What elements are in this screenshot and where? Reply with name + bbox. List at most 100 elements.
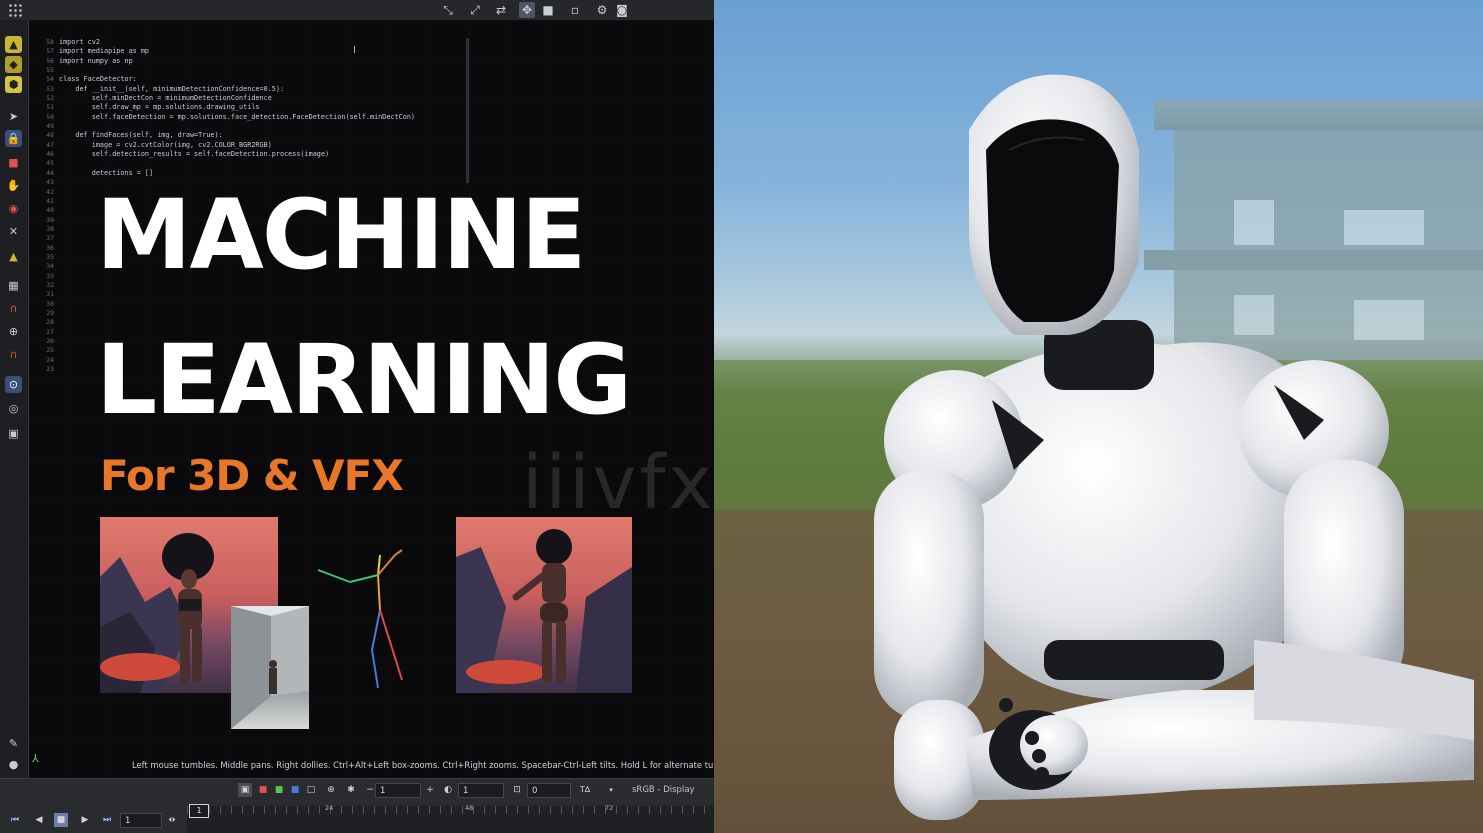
bone-tool-icon[interactable]: ✕ (5, 223, 22, 240)
line-number: 55 (46, 66, 54, 75)
line-number: 52 (46, 94, 54, 103)
line-number: 34 (46, 262, 54, 271)
code-line: self.detection_results = self.faceDetect… (59, 150, 330, 159)
transform-icon[interactable]: ⤡ (440, 2, 456, 18)
sphere-tool-icon[interactable]: ● (5, 756, 22, 773)
title-line-2: LEARNING (96, 324, 632, 436)
line-number: 24 (46, 355, 54, 364)
wire-icon[interactable]: ▫ (567, 2, 583, 18)
display-icon[interactable]: ◙ (614, 2, 630, 18)
jump-end-icon[interactable]: ⏭ (100, 813, 114, 827)
record-tool-icon[interactable]: ■ (5, 154, 22, 171)
exposure-field[interactable]: 1 (375, 783, 421, 798)
geometry-tool-icon[interactable]: ⬢ (5, 76, 22, 93)
play-icon[interactable]: ▶ (78, 813, 92, 827)
viewport-status-message: Left mouse tumbles. Middle pans. Right d… (132, 760, 714, 770)
line-number: 48 (46, 131, 54, 140)
snap-tool-icon[interactable]: ∩ (5, 346, 22, 363)
houdini-panel: ⤡ ⤢ ⇄ ✥ ■ ▫ ⚙ ◙ ▲ ◆ ⬢ ➤ 🔒 ■ ✋ ◉ ✕ ▲ ▦ ∩ … (0, 0, 714, 833)
line-number: 26 (46, 337, 54, 345)
reference-photo (231, 606, 309, 729)
blue-channel-icon[interactable]: ■ (288, 783, 302, 797)
red-channel-icon[interactable]: ■ (256, 783, 270, 797)
line-number: 28 (46, 318, 54, 327)
light-tool-icon[interactable]: ▲ (5, 248, 22, 265)
title-line-1: MACHINE (96, 179, 586, 291)
pose-skeleton (317, 549, 403, 689)
code-line: class FaceDetector: (59, 75, 137, 84)
viewport-icon[interactable]: ▣ (238, 783, 252, 797)
camera-tool-icon[interactable]: ◎ (5, 400, 22, 417)
green-channel-icon[interactable]: ■ (272, 783, 286, 797)
brush-tool-icon[interactable]: ✎ (5, 735, 22, 752)
zoom-icon[interactable]: ⊕ (324, 783, 338, 797)
object-tool-icon[interactable]: ◆ (5, 56, 22, 73)
current-frame-marker[interactable]: 1 (189, 804, 209, 818)
rotate-icon[interactable]: ⤢ (467, 2, 483, 18)
scale-icon[interactable]: ⇄ (493, 2, 509, 18)
robot-render (714, 74, 1483, 833)
display-label[interactable]: sRGB - Display (628, 783, 714, 798)
grid-tool-icon[interactable]: ▦ (5, 277, 22, 294)
line-number: 38 (46, 224, 54, 233)
line-number: 40 (46, 206, 54, 215)
gamma-field[interactable]: 1 (458, 783, 504, 798)
timeline-tick-label: 72 (605, 804, 614, 812)
background-building (1144, 100, 1483, 360)
keyframe-tool-icon[interactable]: ◉ (5, 200, 22, 217)
timeline[interactable]: 1 24 48 72 (187, 804, 714, 833)
timeline-tick-label: 24 (325, 804, 334, 812)
lut-icon[interactable]: ⊡ (510, 783, 524, 797)
render-tool-icon[interactable]: ▣ (5, 425, 22, 442)
line-number: 47 (46, 140, 54, 149)
lock-tool-icon[interactable]: 🔒 (5, 130, 22, 147)
handle-tool-icon[interactable]: ⊕ (5, 323, 22, 340)
display-dropdown-chevron-icon[interactable]: ▾ (604, 783, 618, 797)
increment-icon[interactable]: + (423, 783, 437, 797)
line-number: 41 (46, 196, 54, 205)
code-line: self.minDectCon = minimumDetectionConfid… (59, 94, 272, 103)
pose-tool-icon[interactable]: ✋ (5, 177, 22, 194)
line-number: 36 (46, 243, 54, 252)
settings-icon[interactable]: ✱ (344, 783, 358, 797)
range-icon[interactable]: ⏴⏵ (165, 813, 179, 827)
text-cursor-icon: I (353, 45, 356, 56)
code-line: import cv2 (59, 38, 100, 46)
line-number: 35 (46, 252, 54, 261)
snap-icon[interactable]: ■ (540, 2, 556, 18)
reference-photo-thumbnail (231, 606, 309, 729)
step-back-icon[interactable]: ◀ (32, 813, 46, 827)
lut-field[interactable]: 0 (527, 783, 571, 798)
pointer-tool-icon[interactable]: ➤ (5, 108, 22, 125)
watermark: iiivfx.com (522, 440, 714, 526)
gamma-icon[interactable]: ◐ (441, 783, 455, 797)
magnet-tool-icon[interactable]: ∩ (5, 300, 22, 317)
camera-icon[interactable]: ⚙ (594, 2, 610, 18)
text-tool-icon[interactable]: T∆ (578, 783, 592, 797)
handle-icon[interactable]: ✥ (519, 2, 535, 18)
code-line: image = cv2.cvtColor(img, cv2.COLOR_BGR2… (59, 140, 272, 149)
app-menu-icon[interactable] (8, 3, 22, 17)
frame-field[interactable]: 1 (120, 813, 162, 828)
stop-icon[interactable]: ■ (54, 813, 68, 827)
alpha-channel-icon[interactable]: □ (304, 783, 318, 797)
editor-scrollbar[interactable] (466, 38, 469, 183)
view-tool-icon[interactable]: ⊙ (5, 376, 22, 393)
line-number: 50 (46, 112, 54, 121)
timeline-ticks (187, 806, 714, 814)
timeline-tick-label: 48 (465, 804, 474, 812)
code-line: self.draw_mp = mp.solutions.drawing_util… (59, 103, 260, 112)
select-tool-icon[interactable]: ▲ (5, 36, 22, 53)
code-editor[interactable]: import cv2 import mediapipe as mp import n… (59, 38, 415, 178)
robot-render-panel (714, 0, 1483, 833)
line-number: 39 (46, 215, 54, 224)
line-number: 27 (46, 327, 54, 336)
line-number: 29 (46, 308, 54, 317)
line-number: 57 (46, 47, 54, 56)
jump-start-icon[interactable]: ⏮ (8, 813, 22, 827)
character-render-2 (456, 529, 632, 693)
line-number: 51 (46, 103, 54, 112)
code-line: import numpy as np (59, 56, 133, 65)
